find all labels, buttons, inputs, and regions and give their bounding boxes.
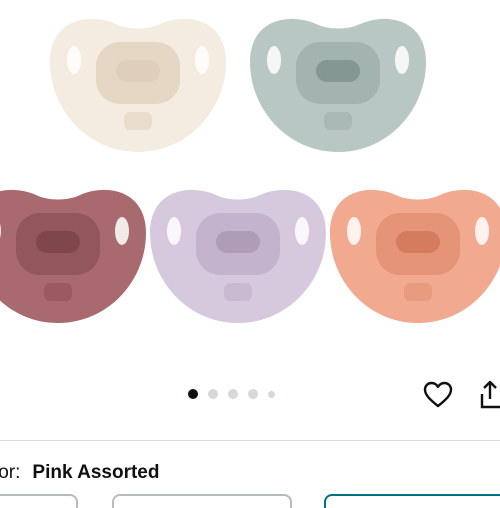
color-swatch-selected[interactable] [324,494,500,508]
color-label: lor: [0,462,21,483]
wishlist-button[interactable] [423,381,453,414]
image-carousel-indicator [188,389,275,399]
carousel-dot-1[interactable] [188,389,198,399]
rose-pacifier [0,189,146,323]
color-swatch[interactable] [0,494,78,508]
carousel-dot-4[interactable] [248,389,258,399]
carousel-dot-2[interactable] [208,389,218,399]
color-swatch[interactable] [112,494,292,508]
share-button[interactable] [478,379,500,416]
color-value: Pink Assorted [32,462,160,483]
peach-pacifier [330,189,500,323]
heart-icon [423,381,453,408]
color-swatch-row [0,494,500,508]
carousel-dot-3[interactable] [228,389,238,399]
product-image[interactable] [0,0,500,370]
carousel-dot-5[interactable] [268,390,275,398]
product-image-gallery[interactable] [0,0,500,370]
lilac-pacifier [150,189,326,323]
sage-pacifier [250,18,426,153]
cream-pacifier [50,18,226,153]
share-icon [480,380,500,409]
section-divider [0,440,500,441]
color-selection-row: lor: Pink Assorted [0,462,159,484]
